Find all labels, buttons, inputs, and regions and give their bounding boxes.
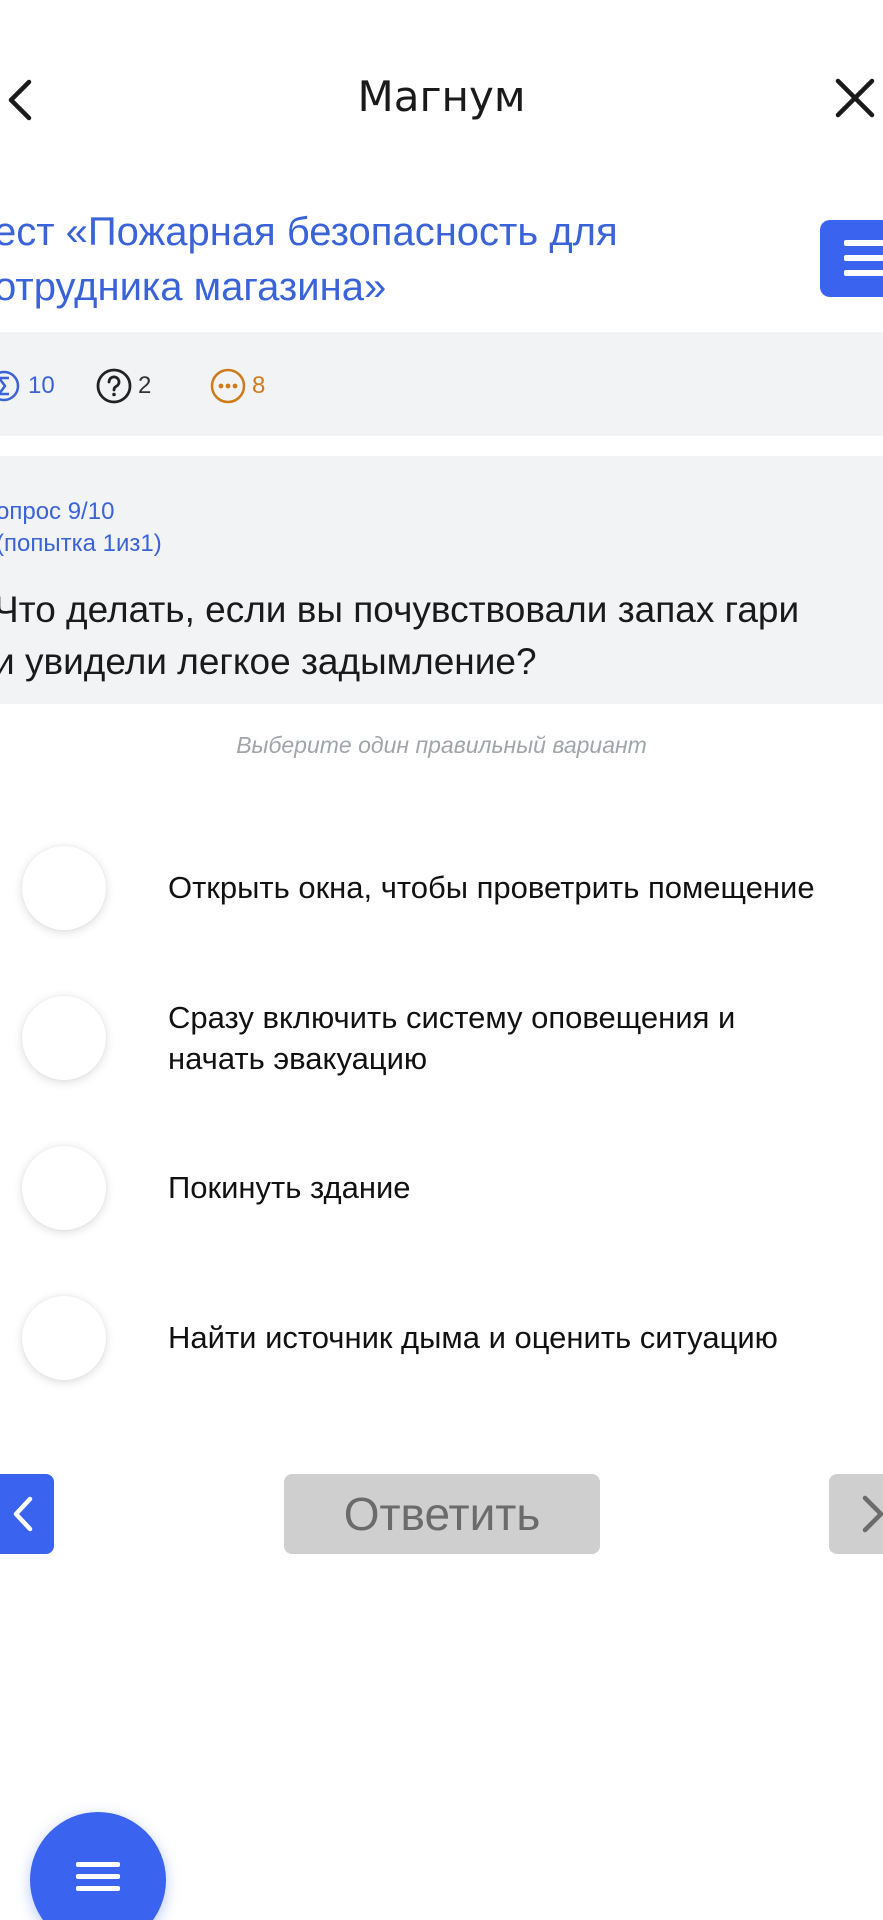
- ellipsis-circle-icon: [210, 368, 246, 404]
- radio-button[interactable]: [22, 1296, 106, 1380]
- chevron-right-icon: [862, 1495, 883, 1533]
- chevron-left-icon: [13, 1496, 33, 1532]
- question-attempt: (попытка 1из1): [0, 530, 162, 557]
- question-text: Что делать, если вы почувствовали запах …: [0, 589, 800, 682]
- answer-hint: Выберите один правильный вариант: [236, 732, 647, 758]
- close-icon: [835, 78, 875, 118]
- question-circle-icon: [96, 368, 132, 404]
- stat-remaining-value: 8: [252, 372, 266, 399]
- question-number: опрос 9/10: [0, 498, 115, 525]
- radio-button[interactable]: [22, 996, 106, 1080]
- stat-remaining: 8: [210, 368, 265, 404]
- sigma-icon: [0, 370, 20, 402]
- answer-option-label: Открыть окна, чтобы проветрить помещение: [168, 870, 815, 905]
- floating-menu-button[interactable]: [30, 1812, 166, 1920]
- answer-option-label: Покинуть здание: [168, 1170, 411, 1205]
- stat-total-value: 10: [28, 372, 55, 399]
- answer-option-label: Сразу включить систему оповещения и нача…: [168, 1000, 736, 1076]
- answer-option-label: Найти источник дыма и оценить ситуацию: [168, 1320, 778, 1355]
- close-button[interactable]: [827, 68, 883, 128]
- top-bar: Магнум: [0, 0, 883, 200]
- submit-answer-button[interactable]: Ответить: [284, 1474, 600, 1554]
- next-question-button[interactable]: [829, 1474, 883, 1554]
- stat-unanswered: 2: [96, 368, 151, 404]
- test-menu-button[interactable]: [820, 220, 883, 297]
- test-title: ест «Пожарная безопасность для отрудника…: [0, 210, 618, 309]
- stat-total: 10: [0, 368, 55, 404]
- page: Магнум ест «Пожарная безопасность для от…: [0, 0, 883, 1920]
- stats-bar: 10 2 8: [0, 332, 883, 436]
- question-card: опрос 9/10 (попытка 1из1) Что делать, ес…: [0, 456, 883, 704]
- app-title: Магнум: [357, 72, 526, 121]
- radio-button[interactable]: [22, 846, 106, 930]
- stat-unanswered-value: 2: [138, 372, 152, 399]
- previous-question-button[interactable]: [0, 1474, 54, 1554]
- radio-button[interactable]: [22, 1146, 106, 1230]
